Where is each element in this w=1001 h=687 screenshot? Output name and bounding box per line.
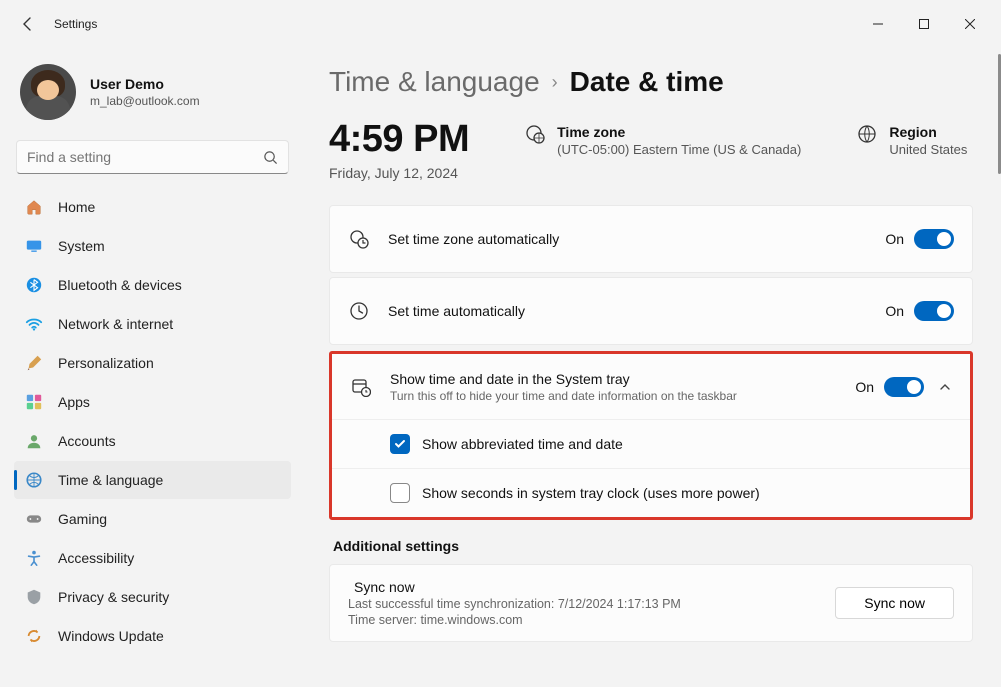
nav-label: Accessibility [58, 550, 134, 566]
current-date: Friday, July 12, 2024 [329, 165, 469, 181]
back-button[interactable] [8, 4, 48, 44]
sync-card: Sync now Last successful time synchroniz… [329, 564, 973, 642]
setting-auto-time[interactable]: Set time automatically On [330, 278, 972, 344]
globe-clock-icon [348, 229, 370, 249]
sync-last: Last successful time synchronization: 7/… [348, 597, 681, 611]
nav-bluetooth[interactable]: Bluetooth & devices [14, 266, 291, 304]
nav-personalization[interactable]: Personalization [14, 344, 291, 382]
apps-icon [24, 392, 44, 412]
nav-update[interactable]: Windows Update [14, 617, 291, 655]
user-name: User Demo [90, 76, 200, 92]
nav-label: Accounts [58, 433, 116, 449]
nav-label: Personalization [58, 355, 154, 371]
setting-systray-clock[interactable]: Show time and date in the System tray Tu… [332, 354, 970, 420]
nav-apps[interactable]: Apps [14, 383, 291, 421]
nav-label: Gaming [58, 511, 107, 527]
nav-label: Network & internet [58, 316, 173, 332]
nav-label: Privacy & security [58, 589, 169, 605]
globe-icon [525, 124, 545, 144]
setting-title: Show time and date in the System tray [390, 371, 855, 387]
sync-title: Sync now [354, 579, 681, 595]
home-icon [24, 197, 44, 217]
nav-home[interactable]: Home [14, 188, 291, 226]
bluetooth-icon [24, 275, 44, 295]
scrollbar[interactable] [997, 54, 1001, 681]
maximize-button[interactable] [901, 8, 947, 40]
page-title: Date & time [570, 66, 724, 98]
current-time: 4:59 PM [329, 118, 469, 161]
region-value: United States [889, 142, 967, 157]
person-icon [24, 431, 44, 451]
shield-icon [24, 587, 44, 607]
user-profile[interactable]: User Demo m_lab@outlook.com [14, 58, 291, 136]
wifi-icon [24, 314, 44, 334]
toggle-systray-clock[interactable] [884, 377, 924, 397]
toggle-state: On [885, 303, 904, 319]
toggle-auto-time[interactable] [914, 301, 954, 321]
option-seconds[interactable]: Show seconds in system tray clock (uses … [332, 468, 970, 517]
setting-title: Set time automatically [388, 303, 885, 319]
timezone-value: (UTC-05:00) Eastern Time (US & Canada) [557, 142, 801, 157]
globe-icon [857, 124, 877, 144]
chevron-up-icon[interactable] [938, 380, 952, 394]
breadcrumb-parent[interactable]: Time & language [329, 66, 540, 98]
nav-network[interactable]: Network & internet [14, 305, 291, 343]
globe-clock-icon [24, 470, 44, 490]
nav-time-language[interactable]: Time & language [14, 461, 291, 499]
chevron-right-icon: › [552, 72, 558, 93]
sync-now-button[interactable]: Sync now [835, 587, 954, 619]
user-email: m_lab@outlook.com [90, 94, 200, 108]
system-icon [24, 236, 44, 256]
toggle-auto-timezone[interactable] [914, 229, 954, 249]
clock-icon [348, 301, 370, 321]
window-title: Settings [54, 17, 97, 31]
minimize-button[interactable] [855, 8, 901, 40]
calendar-clock-icon [350, 377, 372, 397]
option-abbreviated[interactable]: Show abbreviated time and date [332, 420, 970, 468]
breadcrumb: Time & language › Date & time [329, 66, 973, 98]
setting-auto-timezone[interactable]: Set time zone automatically On [330, 206, 972, 272]
setting-title: Set time zone automatically [388, 231, 885, 247]
option-label: Show seconds in system tray clock (uses … [422, 485, 760, 501]
nav-gaming[interactable]: Gaming [14, 500, 291, 538]
nav-accessibility[interactable]: Accessibility [14, 539, 291, 577]
checkbox-seconds[interactable] [390, 483, 410, 503]
search-input[interactable] [27, 149, 263, 165]
nav-label: Apps [58, 394, 90, 410]
nav-label: Bluetooth & devices [58, 277, 182, 293]
nav-label: Time & language [58, 472, 163, 488]
avatar [20, 64, 76, 120]
option-label: Show abbreviated time and date [422, 436, 623, 452]
toggle-state: On [885, 231, 904, 247]
nav-label: Windows Update [58, 628, 164, 644]
sync-server: Time server: time.windows.com [348, 613, 681, 627]
setting-desc: Turn this off to hide your time and date… [390, 389, 855, 403]
region-label: Region [889, 124, 967, 140]
close-button[interactable] [947, 8, 993, 40]
checkbox-abbreviated[interactable] [390, 434, 410, 454]
search-box[interactable] [16, 140, 289, 174]
toggle-state: On [855, 379, 874, 395]
nav-label: System [58, 238, 105, 254]
search-icon [263, 150, 278, 165]
update-icon [24, 626, 44, 646]
nav-system[interactable]: System [14, 227, 291, 265]
gamepad-icon [24, 509, 44, 529]
timezone-label: Time zone [557, 124, 801, 140]
nav-accounts[interactable]: Accounts [14, 422, 291, 460]
accessibility-icon [24, 548, 44, 568]
brush-icon [24, 353, 44, 373]
nav-label: Home [58, 199, 95, 215]
section-header: Additional settings [333, 538, 973, 554]
nav-privacy[interactable]: Privacy & security [14, 578, 291, 616]
